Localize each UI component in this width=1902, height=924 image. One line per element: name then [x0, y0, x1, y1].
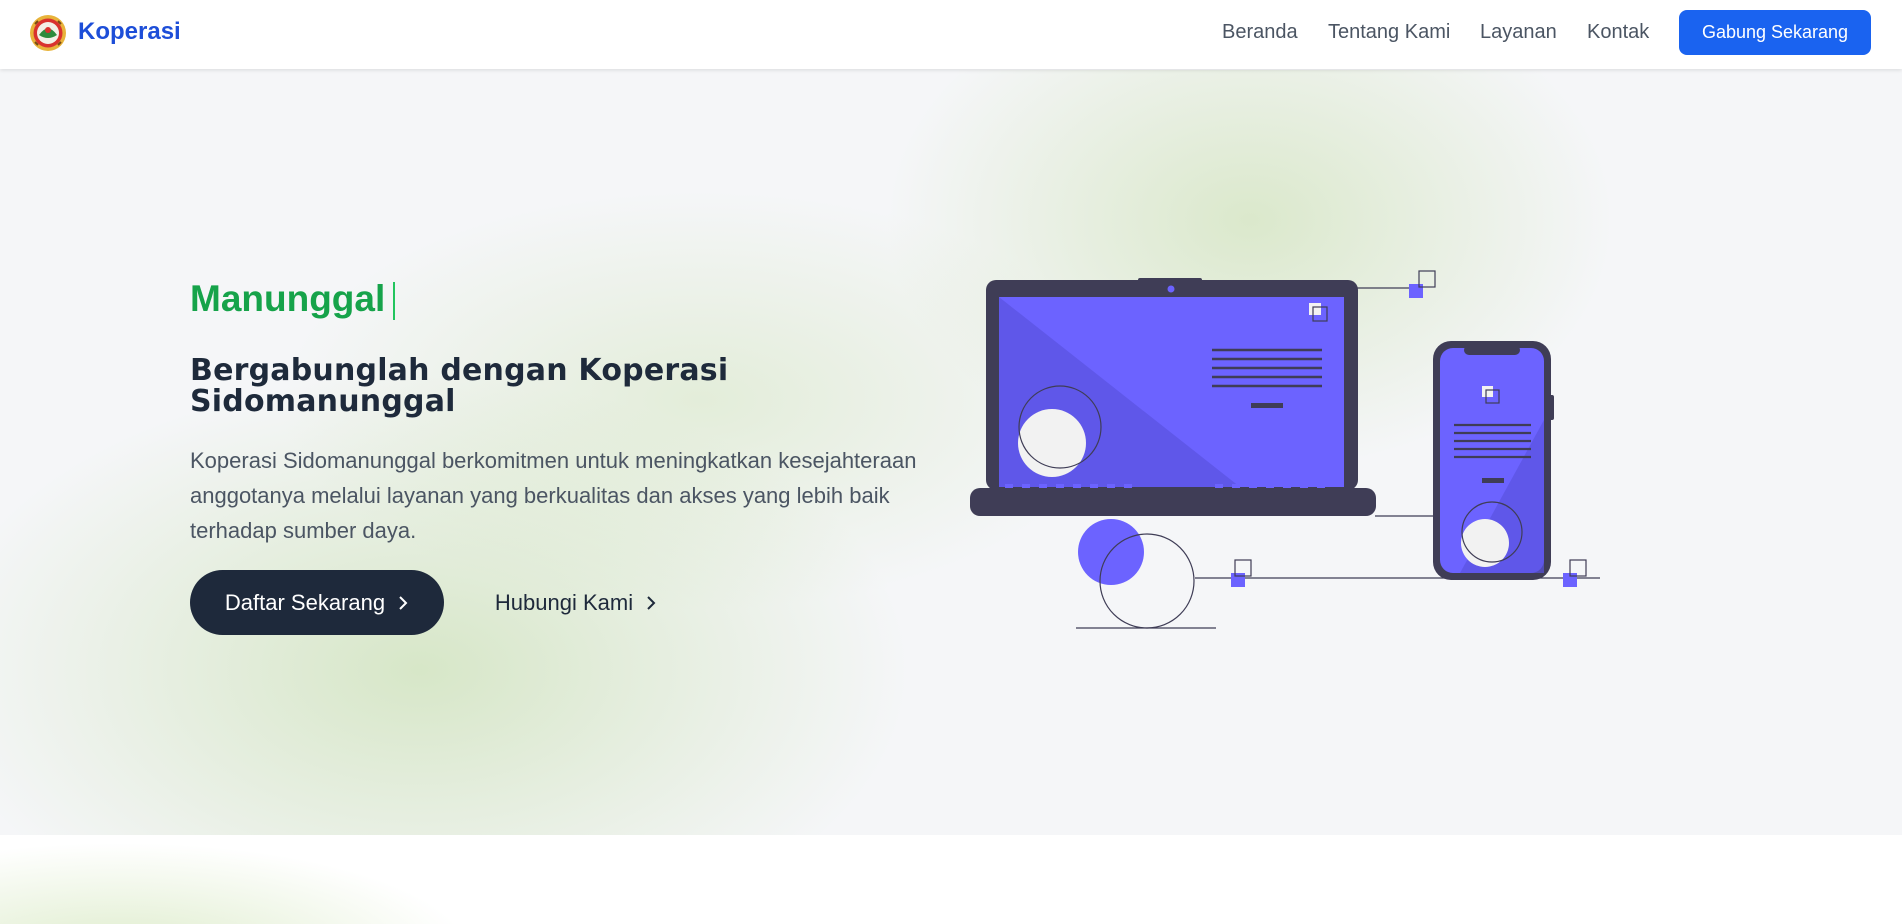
hero-title: Bergabunglah dengan Koperasi Sidomanungg…: [190, 353, 729, 419]
contact-us-label: Hubungi Kami: [494, 589, 634, 615]
typing-caret: [393, 282, 395, 320]
typed-heading: Manunggal: [190, 278, 386, 319]
brand-name[interactable]: Koperasi: [78, 18, 181, 46]
nav-link-beranda[interactable]: Beranda: [1222, 21, 1298, 44]
next-section-background: [0, 835, 1902, 924]
nav-link-tentang-kami[interactable]: Tentang Kami: [1328, 21, 1450, 44]
laptop-phone-illustration: [970, 270, 1600, 629]
nav-link-layanan[interactable]: Layanan: [1480, 21, 1557, 44]
chevron-right-icon: [399, 595, 408, 610]
hero-description: Koperasi Sidomanunggal berkomitmen untuk…: [190, 448, 917, 543]
register-now-button[interactable]: Daftar Sekarang: [190, 570, 444, 635]
register-now-label: Daftar Sekarang: [224, 589, 386, 615]
nav-link-kontak[interactable]: Kontak: [1587, 21, 1649, 44]
contact-us-button[interactable]: Hubungi Kami: [476, 570, 676, 635]
navbar: Koperasi Beranda Tentang Kami Layanan Ko…: [0, 0, 1902, 69]
cooperative-emblem-icon[interactable]: [29, 14, 67, 52]
join-now-button[interactable]: Gabung Sekarang: [1679, 10, 1871, 55]
chevron-right-icon: [647, 595, 656, 610]
